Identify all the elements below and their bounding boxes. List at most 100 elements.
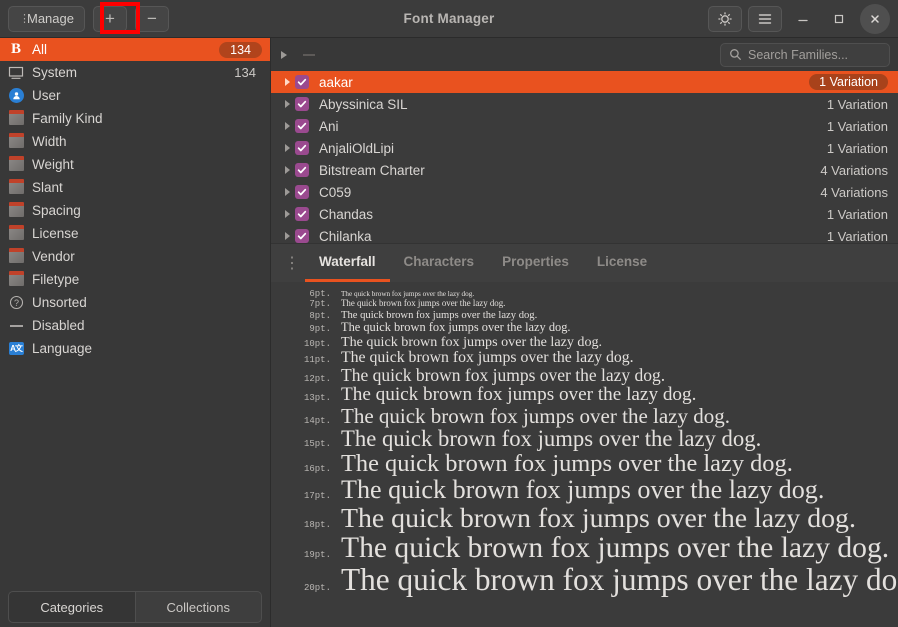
sidebar-item-label: Family Kind — [32, 111, 103, 126]
variation-count-badge: 1 Variation — [826, 118, 888, 134]
sidebar-item-system[interactable]: System 134 — [0, 61, 270, 84]
table-row[interactable]: Bitstream Charter 4 Variations — [271, 159, 898, 181]
expand-row-icon[interactable] — [279, 210, 295, 218]
folder-icon — [6, 270, 26, 288]
add-font-button[interactable]: + — [92, 5, 127, 32]
maximize-icon — [834, 14, 844, 23]
table-row[interactable]: aakar 1 Variation — [271, 71, 898, 93]
dash-icon — [6, 318, 26, 334]
expand-row-icon[interactable] — [279, 166, 295, 174]
expand-row-icon[interactable] — [279, 188, 295, 196]
expand-row-icon[interactable] — [279, 78, 295, 86]
waterfall-sample-text: The quick brown fox jumps over the lazy … — [341, 290, 475, 298]
table-row[interactable]: Chandas 1 Variation — [271, 203, 898, 225]
minimize-button[interactable] — [788, 4, 818, 34]
table-row[interactable]: Chilanka 1 Variation — [271, 225, 898, 243]
font-enabled-checkbox[interactable] — [295, 207, 309, 221]
sidebar-tab-collections[interactable]: Collections — [134, 591, 262, 623]
sidebar-item-filetype[interactable]: Filetype — [0, 268, 270, 291]
search-icon — [730, 49, 741, 60]
font-enabled-checkbox[interactable] — [295, 229, 309, 243]
waterfall-size-label: 11pt. — [303, 354, 331, 365]
kebab-menu-icon: ⋮ — [19, 12, 30, 25]
sidebar-item-slant[interactable]: Slant — [0, 176, 270, 199]
waterfall-row: 19pt. The quick brown fox jumps over the … — [271, 532, 898, 564]
expand-row-icon[interactable] — [279, 100, 295, 108]
table-row[interactable]: C059 4 Variations — [271, 181, 898, 203]
variation-count-badge: 1 Variation — [826, 206, 888, 222]
tab-license[interactable]: License — [583, 244, 661, 282]
variation-count-badge: 4 Variations — [820, 184, 888, 200]
sidebar-item-label: Spacing — [32, 203, 81, 218]
main-menu-button[interactable] — [748, 5, 782, 32]
expand-row-icon[interactable] — [279, 144, 295, 152]
folder-icon — [6, 247, 26, 265]
waterfall-sample-text: The quick brown fox jumps over the lazy … — [341, 475, 825, 505]
table-row[interactable]: Ani 1 Variation — [271, 115, 898, 137]
sidebar-item-label: Width — [32, 134, 67, 149]
sidebar-item-label: Weight — [32, 157, 74, 172]
font-family-name: Abyssinica SIL — [319, 96, 408, 112]
minus-icon: − — [147, 9, 157, 28]
font-enabled-checkbox[interactable] — [295, 119, 309, 133]
sidebar-item-label: Unsorted — [32, 295, 87, 310]
waterfall-sample-text: The quick brown fox jumps over the lazy … — [341, 383, 697, 405]
waterfall-row: 13pt. The quick brown fox jumps over the … — [271, 383, 898, 405]
expand-row-icon[interactable] — [279, 232, 295, 240]
font-enabled-checkbox[interactable] — [295, 185, 309, 199]
waterfall-size-label: 19pt. — [303, 549, 331, 560]
variation-count-badge: 1 Variation — [826, 96, 888, 112]
sidebar-item-family-kind[interactable]: Family Kind — [0, 107, 270, 130]
sidebar-item-vendor[interactable]: Vendor — [0, 245, 270, 268]
tab-properties[interactable]: Properties — [488, 244, 583, 282]
remove-font-button[interactable]: − — [134, 5, 169, 32]
sidebar-item-language[interactable]: A文 Language — [0, 337, 270, 360]
check-icon — [297, 210, 307, 218]
table-row[interactable]: Abyssinica SIL 1 Variation — [271, 93, 898, 115]
waterfall-row: 7pt. The quick brown fox jumps over the l… — [271, 299, 898, 310]
sidebar-item-user[interactable]: User — [0, 84, 270, 107]
folder-icon — [8, 178, 24, 194]
search-families-input[interactable]: Search Families... — [720, 42, 890, 67]
font-family-name: Bitstream Charter — [319, 162, 425, 178]
sidebar-tab-categories[interactable]: Categories — [8, 591, 135, 623]
waterfall-sample-text: The quick brown fox jumps over the lazy … — [341, 348, 634, 366]
waterfall-sample-text: The quick brown fox jumps over the lazy … — [341, 309, 538, 321]
waterfall-sample-text: The quick brown fox jumps over the lazy … — [341, 333, 603, 350]
waterfall-size-label: 14pt. — [303, 415, 331, 426]
check-icon — [297, 78, 307, 86]
manage-button[interactable]: ⋮ Manage — [8, 5, 85, 32]
sidebar-item-all[interactable]: B All 134 — [0, 38, 270, 61]
font-enabled-checkbox[interactable] — [295, 75, 309, 89]
monitor-icon — [8, 66, 24, 79]
font-family-name: C059 — [319, 184, 352, 200]
tab-waterfall[interactable]: Waterfall — [305, 244, 390, 282]
dash-icon — [9, 324, 23, 327]
sidebar-item-disabled[interactable]: Disabled — [0, 314, 270, 337]
sidebar-item-width[interactable]: Width — [0, 130, 270, 153]
sidebar-item-license[interactable]: License — [0, 222, 270, 245]
preferences-button[interactable] — [708, 5, 742, 32]
expand-row-icon[interactable] — [279, 122, 295, 130]
folder-icon — [8, 109, 24, 125]
sidebar-item-weight[interactable]: Weight — [0, 153, 270, 176]
toolbar-separator — [303, 53, 315, 56]
waterfall-size-label: 7pt. — [309, 299, 331, 310]
table-row[interactable]: AnjaliOldLipi 1 Variation — [271, 137, 898, 159]
close-button[interactable] — [860, 3, 890, 34]
user-icon — [6, 88, 26, 104]
maximize-button[interactable] — [824, 4, 854, 34]
waterfall-size-label: 20pt. — [303, 582, 331, 593]
expand-all-icon[interactable] — [281, 50, 287, 59]
font-family-list[interactable]: aakar 1 Variation Abyssinica SIL 1 Variatio… — [271, 71, 898, 243]
font-enabled-checkbox[interactable] — [295, 97, 309, 111]
sidebar-item-spacing[interactable]: Spacing — [0, 199, 270, 222]
tab-characters[interactable]: Characters — [390, 244, 489, 282]
folder-icon — [6, 201, 26, 219]
waterfall-size-label: 6pt. — [309, 289, 331, 299]
sidebar-item-unsorted[interactable]: ? Unsorted — [0, 291, 270, 314]
preview-options-icon[interactable]: ⋮ — [279, 244, 305, 282]
font-enabled-checkbox[interactable] — [295, 163, 309, 177]
font-enabled-checkbox[interactable] — [295, 141, 309, 155]
check-icon — [297, 144, 307, 152]
